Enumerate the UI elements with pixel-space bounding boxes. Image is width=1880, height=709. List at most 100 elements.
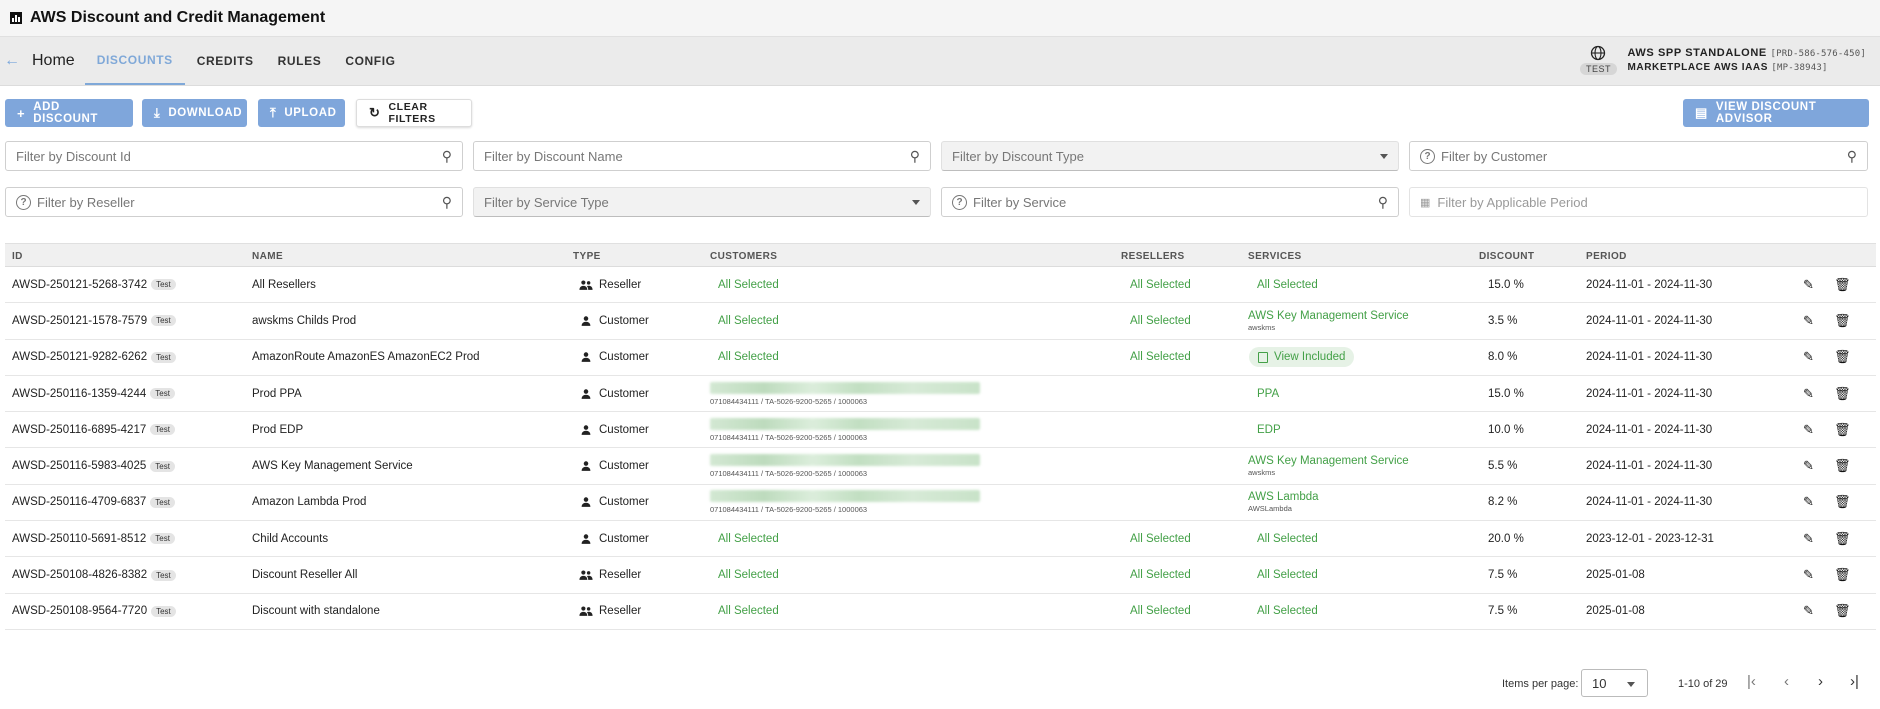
edit-icon[interactable]: ✎ (1803, 303, 1814, 338)
column-header-customers[interactable]: CUSTOMERS (710, 251, 777, 262)
delete-icon[interactable]: 🗑 (1834, 376, 1851, 411)
discount-name: Prod EDP (252, 423, 304, 436)
clear-filters-button[interactable]: ↻ CLEAR FILTERS (356, 99, 472, 127)
environment-globe: TEST (1579, 45, 1617, 75)
person-icon (581, 425, 591, 435)
edit-icon[interactable]: ✎ (1803, 485, 1814, 520)
period-cell: 2024-11-01 - 2024-11-30 (1586, 376, 1712, 411)
search-icon: ⚲ (1846, 147, 1857, 164)
period-cell: 2025-01-08 (1586, 557, 1645, 592)
filter-service[interactable]: ? Filter by Service ⚲ (941, 187, 1399, 217)
discount-cell: 20.0 % (1488, 521, 1524, 556)
id-cell: AWSD-250121-9282-6262 Test (12, 340, 176, 375)
delete-icon[interactable]: 🗑 (1834, 594, 1851, 629)
delete-icon[interactable]: 🗑 (1834, 485, 1851, 520)
column-header-resellers[interactable]: RESELLERS (1121, 251, 1185, 262)
resellers-value: All Selected (1130, 569, 1191, 582)
edit-icon[interactable]: ✎ (1803, 521, 1814, 556)
column-header-name[interactable]: NAME (252, 251, 283, 262)
tab-credits[interactable]: CREDITS (185, 37, 266, 85)
filter-discount-name[interactable]: Filter by Discount Name ⚲ (473, 141, 931, 171)
first-page-icon[interactable]: |‹ (1747, 673, 1756, 690)
back-arrow-icon[interactable]: ← (2, 37, 22, 85)
delete-icon[interactable]: 🗑 (1834, 267, 1851, 302)
test-tag: Test (150, 388, 175, 400)
table-row[interactable]: AWSD-250116-6895-4217 Test Prod EDP Custome… (5, 412, 1876, 449)
delete-icon[interactable]: 🗑 (1834, 521, 1851, 556)
service-value: All Selected (1257, 278, 1318, 291)
group-icon (579, 570, 593, 580)
add-discount-button[interactable]: + ADD DISCOUNT (5, 99, 133, 127)
filter-reseller[interactable]: ? Filter by Reseller ⚲ (5, 187, 463, 217)
environment-selector[interactable]: TEST AWS SPP STANDALONE [PRD-586-576-450… (1579, 45, 1866, 75)
delete-icon[interactable]: 🗑 (1834, 340, 1851, 375)
view-discount-advisor-button[interactable]: ▤ VIEW DISCOUNT ADVISOR (1683, 99, 1869, 127)
discount-type: Reseller (599, 278, 642, 291)
table-row[interactable]: AWSD-250108-4826-8382 Test Discount Resell… (5, 557, 1876, 594)
column-header-discount[interactable]: DISCOUNT (1479, 251, 1534, 262)
table-row[interactable]: AWSD-250121-1578-7579 Test awskms Childs P… (5, 303, 1876, 340)
filter-discount-id[interactable]: Filter by Discount Id ⚲ (5, 141, 463, 171)
name-cell: AmazonRoute AmazonES AmazonEC2 Prod (252, 340, 480, 375)
next-page-icon[interactable]: › (1818, 673, 1823, 690)
type-cell: Customer (579, 485, 649, 520)
services-cell: All Selected (1257, 521, 1318, 556)
tab-config[interactable]: CONFIG (333, 37, 407, 85)
discount-value: 15.0 % (1488, 278, 1524, 291)
table-row[interactable]: AWSD-250116-5983-4025 Test AWS Key Managem… (5, 448, 1876, 485)
filter-applicable-period-placeholder: Filter by Applicable Period (1437, 194, 1588, 210)
edit-icon[interactable]: ✎ (1803, 340, 1814, 375)
download-button[interactable]: ⤓ DOWNLOAD (142, 99, 247, 127)
period-value: 2024-11-01 - 2024-11-30 (1586, 351, 1713, 364)
test-tag: Test (151, 605, 176, 617)
table-row[interactable]: AWSD-250121-9282-6262 Test AmazonRoute Ama… (5, 340, 1876, 376)
edit-icon[interactable]: ✎ (1803, 267, 1814, 302)
home-link[interactable]: Home (22, 37, 85, 85)
table-row[interactable]: AWSD-250110-5691-8512 Test Child Accounts C… (5, 521, 1876, 558)
column-header-type[interactable]: TYPE (573, 251, 601, 262)
tab-discounts[interactable]: DISCOUNTS (84, 37, 185, 85)
filter-discount-type[interactable]: Filter by Discount Type (941, 141, 1399, 171)
delete-icon[interactable]: 🗑 (1834, 412, 1851, 447)
edit-icon[interactable]: ✎ (1803, 557, 1814, 592)
table-row[interactable]: AWSD-250108-9564-7720 Test Discount with s… (5, 594, 1876, 630)
delete-icon[interactable]: 🗑 (1834, 448, 1851, 483)
discount-type: Customer (599, 460, 649, 473)
discount-value: 3.5 % (1488, 314, 1518, 327)
delete-icon[interactable]: 🗑 (1834, 303, 1851, 338)
column-header-id[interactable]: ID (12, 251, 23, 262)
edit-icon[interactable]: ✎ (1803, 376, 1814, 411)
filter-customer-placeholder: Filter by Customer (1441, 148, 1548, 164)
column-header-services[interactable]: SERVICES (1248, 251, 1302, 262)
edit-icon[interactable]: ✎ (1803, 594, 1814, 629)
previous-page-icon[interactable]: ‹ (1784, 673, 1789, 690)
table-row[interactable]: AWSD-250121-5268-3742 Test All Resellers Re… (5, 267, 1876, 304)
last-page-icon[interactable]: ›| (1850, 673, 1859, 690)
tab-rules[interactable]: RULES (266, 37, 334, 85)
name-cell: Prod EDP (252, 412, 303, 447)
upload-button[interactable]: ⤒ UPLOAD (258, 99, 345, 127)
service-code: AWSLambda (1248, 504, 1292, 514)
service-value: AWS Key Management Service (1248, 309, 1409, 322)
filter-service-type[interactable]: Filter by Service Type (473, 187, 931, 217)
type-cell: Reseller (579, 594, 641, 629)
edit-icon[interactable]: ✎ (1803, 412, 1814, 447)
table-row[interactable]: AWSD-250116-1359-4244 Test Prod PPA Custome… (5, 376, 1876, 413)
discount-value: 8.0 % (1488, 351, 1518, 364)
person-icon (581, 461, 591, 471)
customer-account-ids: 071084434111 / TA-5026-9200-5265 / 10000… (710, 432, 868, 442)
items-per-page-select[interactable]: 10 (1581, 669, 1648, 697)
id-cell: AWSD-250108-9564-7720 Test (12, 594, 176, 629)
customers-value: All Selected (718, 605, 779, 618)
delete-icon[interactable]: 🗑 (1834, 557, 1851, 592)
table-row[interactable]: AWSD-250116-4709-6837 Test Amazon Lambda P… (5, 485, 1876, 522)
services-cell: AWS Key Management Service awskms (1248, 448, 1409, 483)
filter-applicable-period[interactable]: ▦ Filter by Applicable Period (1409, 187, 1868, 217)
discount-name: All Resellers (252, 278, 316, 291)
filter-discount-id-placeholder: Filter by Discount Id (16, 148, 131, 164)
view-included-chip[interactable]: View Included (1249, 347, 1355, 368)
service-value: EDP (1257, 423, 1281, 436)
filter-customer[interactable]: ? Filter by Customer ⚲ (1409, 141, 1868, 171)
edit-icon[interactable]: ✎ (1803, 448, 1814, 483)
column-header-period[interactable]: PERIOD (1586, 251, 1627, 262)
